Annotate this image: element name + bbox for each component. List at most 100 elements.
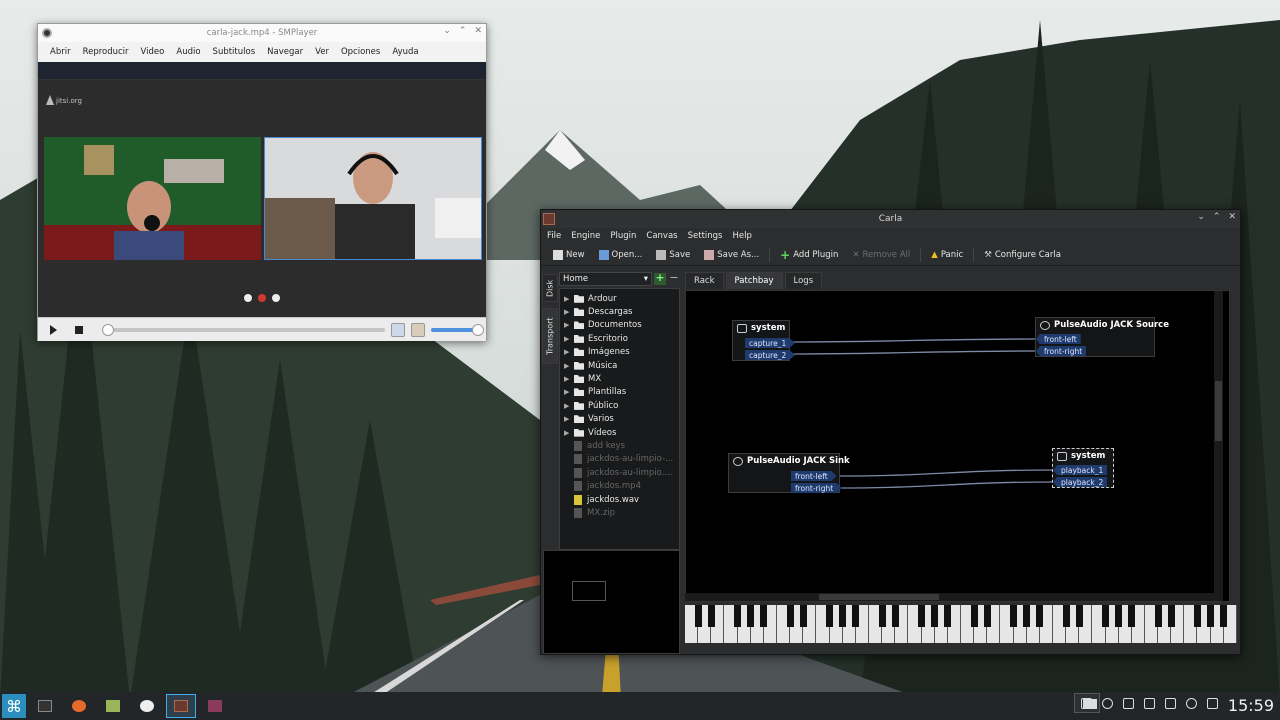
patchbay-canvas[interactable]: system capture_1 capture_2 PulseAudio JA… xyxy=(685,290,1230,602)
menu-file[interactable]: File xyxy=(545,231,567,241)
smplayer-window[interactable]: carla-jack.mp4 - SMPlayer ⌄ ⌃ ✕ Abrir Re… xyxy=(37,23,487,341)
tab-transport[interactable]: Transport xyxy=(542,308,558,364)
port-capture-1[interactable]: capture_1 xyxy=(745,338,796,348)
piano-black-key[interactable] xyxy=(931,605,939,627)
save-button[interactable]: Save xyxy=(650,249,696,260)
remove-all-button[interactable]: ✕ Remove All xyxy=(846,250,916,260)
location-combobox[interactable]: Home ▾ xyxy=(559,272,652,286)
seek-slider[interactable] xyxy=(102,323,385,336)
tab-patchbay[interactable]: Patchbay xyxy=(725,272,783,289)
menu-opciones[interactable]: Opciones xyxy=(335,47,386,57)
menu-navegar[interactable]: Navegar xyxy=(261,47,309,57)
folder-item[interactable]: ▶ Imágenes xyxy=(560,346,679,359)
piano-black-key[interactable] xyxy=(786,605,794,627)
piano-black-key[interactable] xyxy=(760,605,768,627)
folder-item[interactable]: ▶ Documentos xyxy=(560,319,679,332)
port-capture-2[interactable]: capture_2 xyxy=(745,350,796,360)
new-button[interactable]: New xyxy=(547,249,591,260)
menu-engine[interactable]: Engine xyxy=(569,231,606,241)
expand-arrow-icon[interactable]: ▶ xyxy=(564,308,574,316)
play-icon[interactable] xyxy=(50,324,57,335)
close-icon[interactable]: ✕ xyxy=(474,26,482,36)
piano-black-key[interactable] xyxy=(944,605,952,627)
volume-slider[interactable] xyxy=(431,323,484,336)
canvas-horizontal-scrollbar[interactable] xyxy=(685,593,1215,601)
menu-settings[interactable]: Settings xyxy=(686,231,729,241)
menu-canvas[interactable]: Canvas xyxy=(644,231,683,241)
task-terminal[interactable] xyxy=(30,694,60,718)
open-button[interactable]: Open... xyxy=(593,249,649,260)
file-item[interactable]: jackdos-au-limpio.... xyxy=(560,466,679,479)
menu-audio[interactable]: Audio xyxy=(170,47,206,57)
port-front-left[interactable]: front-left xyxy=(1036,334,1081,344)
menu-help[interactable]: Help xyxy=(730,231,757,241)
pulseaudio-sink-group[interactable]: PulseAudio JACK Sink front-left front-ri… xyxy=(728,453,850,493)
scrollbar-thumb[interactable] xyxy=(1215,381,1222,441)
mute-button[interactable] xyxy=(411,322,425,337)
folder-item[interactable]: ▶ Vídeos xyxy=(560,426,679,439)
piano-black-key[interactable] xyxy=(918,605,926,627)
port-front-right[interactable]: front-right xyxy=(791,483,843,493)
system-playback-group[interactable]: system playback_1 playback_2 xyxy=(1052,448,1114,488)
port-front-left[interactable]: front-left xyxy=(791,471,837,481)
piano-black-key[interactable] xyxy=(694,605,702,627)
file-item[interactable]: add keys xyxy=(560,439,679,452)
network-icon[interactable] xyxy=(1081,698,1092,709)
carla-window[interactable]: Carla ⌄ ⌃ ✕ File Engine Plugin Canvas Se… xyxy=(540,209,1241,655)
panic-button[interactable]: ▲ Panic xyxy=(925,250,969,260)
minimap-viewport[interactable] xyxy=(572,581,606,601)
stop-icon[interactable] xyxy=(75,325,83,334)
video-area[interactable]: jitsi.org xyxy=(38,62,486,330)
menu-ver[interactable]: Ver xyxy=(309,47,335,57)
folder-item[interactable]: ▶ Descargas xyxy=(560,305,679,318)
volume-knob[interactable] xyxy=(472,323,484,336)
task-file-manager[interactable] xyxy=(98,694,128,718)
close-icon[interactable]: ✕ xyxy=(1228,212,1236,222)
power-icon[interactable] xyxy=(1207,698,1218,709)
piano-black-key[interactable] xyxy=(1062,605,1070,627)
file-item[interactable]: jackdos-au-limpio-... xyxy=(560,453,679,466)
clipboard-icon[interactable] xyxy=(1123,698,1134,709)
piano-black-key[interactable] xyxy=(1115,605,1123,627)
canvas-vertical-scrollbar[interactable] xyxy=(1214,291,1223,601)
maximize-icon[interactable]: ⌃ xyxy=(1213,212,1221,222)
piano-black-key[interactable] xyxy=(826,605,834,627)
add-location-button[interactable]: + xyxy=(654,272,666,285)
folder-item[interactable]: ▶ Escritorio xyxy=(560,332,679,345)
menu-reproducir[interactable]: Reproducir xyxy=(77,47,135,57)
task-smplayer[interactable] xyxy=(132,694,162,718)
menu-ayuda[interactable]: Ayuda xyxy=(386,47,424,57)
port-playback-2[interactable]: playback_2 xyxy=(1053,477,1108,487)
piano-black-key[interactable] xyxy=(1207,605,1215,627)
menu-video[interactable]: Video xyxy=(135,47,171,57)
piano-black-key[interactable] xyxy=(1194,605,1202,627)
tab-disk[interactable]: Disk xyxy=(542,274,558,302)
piano-black-key[interactable] xyxy=(1023,605,1031,627)
configure-carla-button[interactable]: ⚒ Configure Carla xyxy=(978,250,1067,260)
piano-black-key[interactable] xyxy=(1128,605,1136,627)
piano-black-key[interactable] xyxy=(1010,605,1018,627)
piano-black-key[interactable] xyxy=(1075,605,1083,627)
expand-arrow-icon[interactable]: ▶ xyxy=(564,362,574,370)
smplayer-titlebar[interactable]: carla-jack.mp4 - SMPlayer ⌄ ⌃ ✕ xyxy=(38,24,486,42)
tab-rack[interactable]: Rack xyxy=(685,272,724,289)
bluetooth-icon[interactable] xyxy=(1102,698,1113,709)
piano-black-key[interactable] xyxy=(1102,605,1110,627)
scrollbar-thumb[interactable] xyxy=(819,594,939,600)
piano-black-key[interactable] xyxy=(1154,605,1162,627)
add-plugin-button[interactable]: + Add Plugin xyxy=(774,248,844,262)
folder-item[interactable]: ▶ Música xyxy=(560,359,679,372)
minimize-icon[interactable]: ⌄ xyxy=(1197,212,1205,222)
seek-knob[interactable] xyxy=(102,323,114,336)
port-playback-1[interactable]: playback_1 xyxy=(1053,465,1108,475)
expand-arrow-icon[interactable]: ▶ xyxy=(564,415,574,423)
clock[interactable]: 15:59 xyxy=(1228,696,1274,715)
patchbay-minimap[interactable] xyxy=(543,550,680,654)
expand-arrow-icon[interactable]: ▶ xyxy=(564,335,574,343)
folder-item[interactable]: ▶ Plantillas xyxy=(560,386,679,399)
system-capture-group[interactable]: system capture_1 capture_2 xyxy=(732,320,796,361)
folder-item[interactable]: ▶ Varios xyxy=(560,413,679,426)
file-item[interactable]: jackdos.mp4 xyxy=(560,479,679,492)
piano-black-key[interactable] xyxy=(970,605,978,627)
piano-black-key[interactable] xyxy=(1167,605,1175,627)
